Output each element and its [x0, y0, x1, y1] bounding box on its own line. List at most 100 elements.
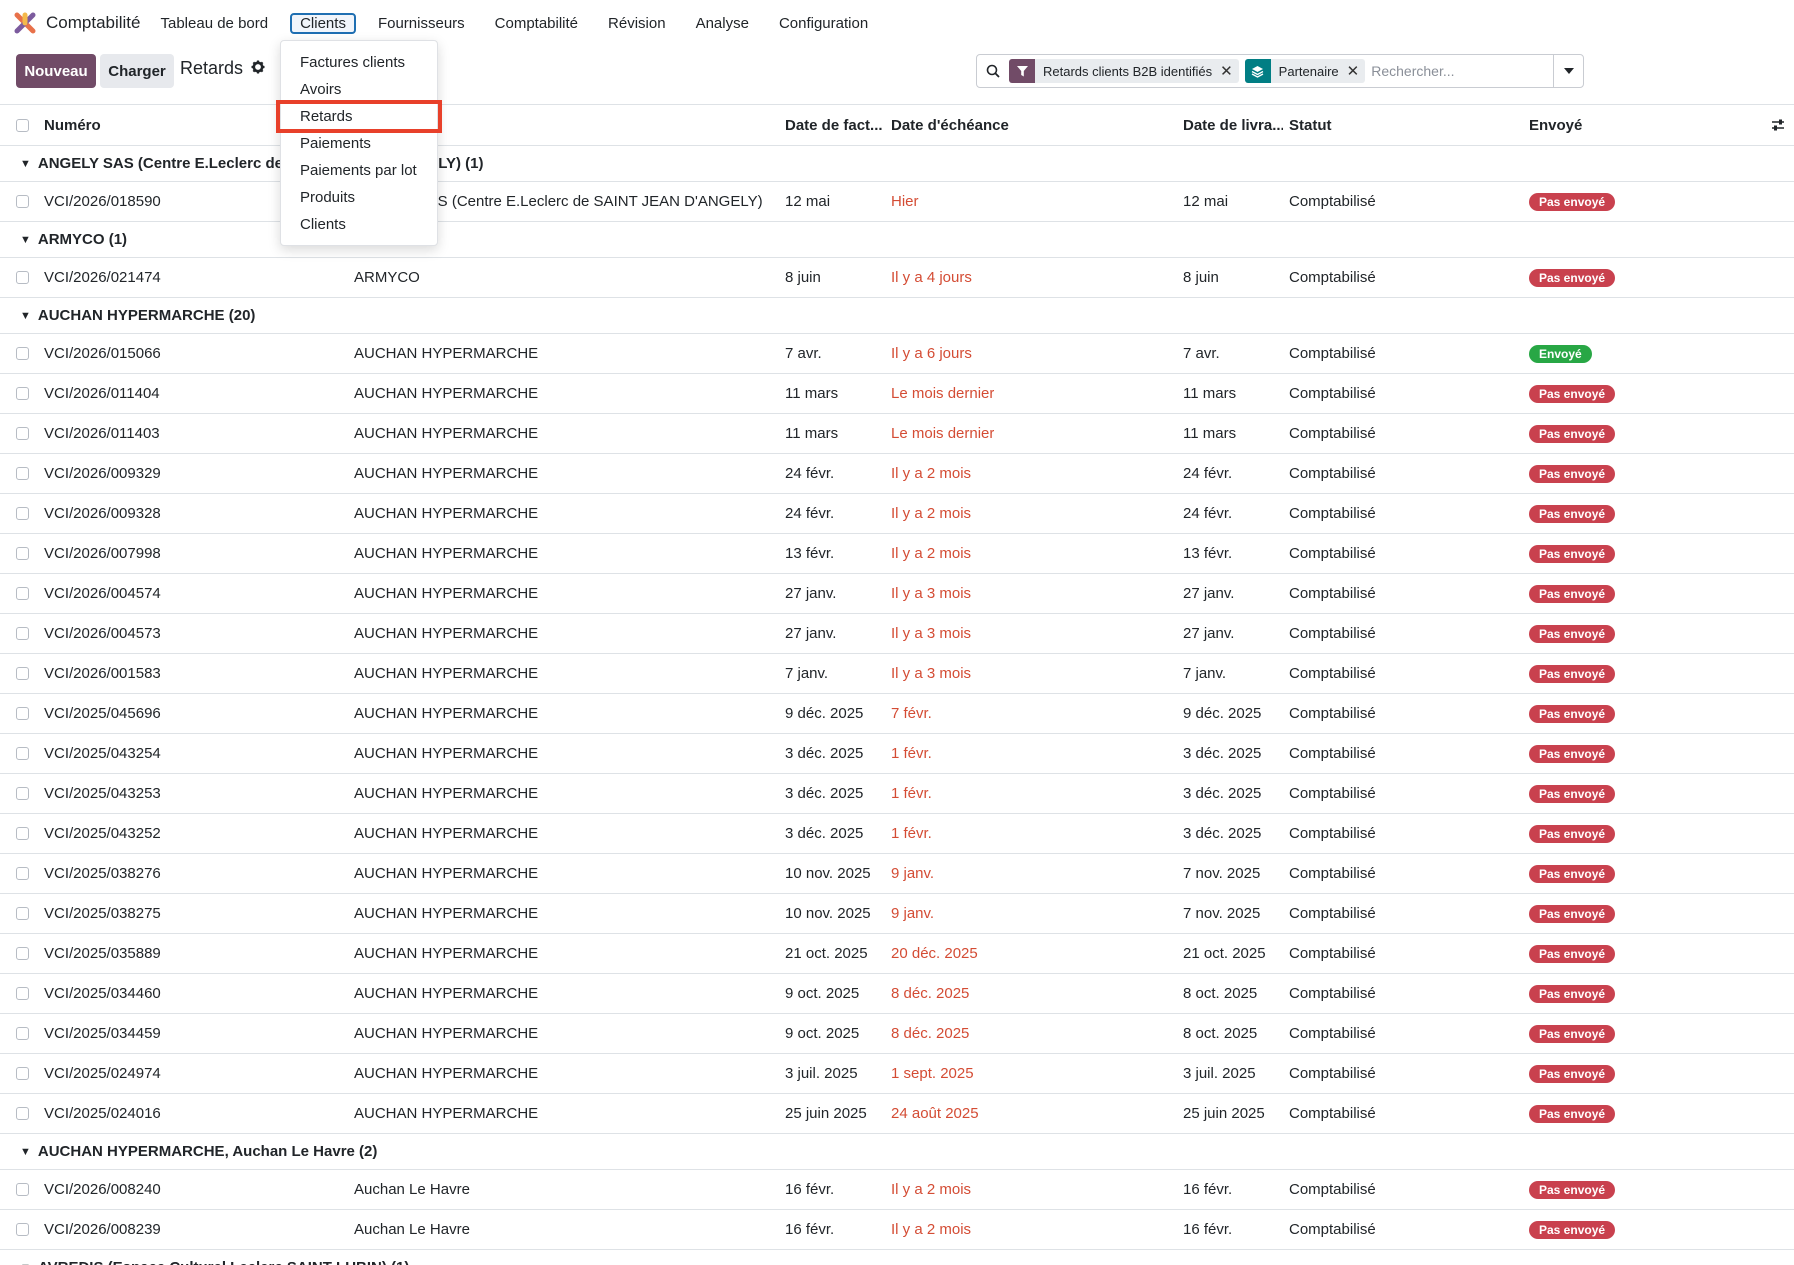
group-row[interactable]: ▼ ARMYCO (1): [0, 222, 1794, 258]
caret-down-icon[interactable]: ▼: [20, 234, 31, 246]
dropdown-item-produits[interactable]: Produits: [281, 184, 437, 211]
row-checkbox-cell[interactable]: [16, 1210, 29, 1249]
group-row[interactable]: ▼ AVREDIS (Espace Culturel Leclerc SAINT …: [0, 1250, 1794, 1265]
group-row[interactable]: ▼ AUCHAN HYPERMARCHE, Auchan Le Havre (2): [0, 1134, 1794, 1170]
row-checkbox[interactable]: [16, 947, 29, 960]
search-icon[interactable]: [977, 64, 1009, 78]
row-checkbox-cell[interactable]: [16, 1170, 29, 1209]
table-row[interactable]: VCI/2026/001583 AUCHAN HYPERMARCHE 7 janv.…: [0, 654, 1794, 694]
row-checkbox[interactable]: [16, 667, 29, 680]
table-row[interactable]: VCI/2025/045696 AUCHAN HYPERMARCHE 9 déc. …: [0, 694, 1794, 734]
group-row[interactable]: ▼ AUCHAN HYPERMARCHE (20): [0, 298, 1794, 334]
row-checkbox[interactable]: [16, 347, 29, 360]
row-checkbox-cell[interactable]: [16, 1014, 29, 1053]
column-header-delivery-date[interactable]: Date de livra...: [1183, 105, 1283, 145]
row-checkbox[interactable]: [16, 427, 29, 440]
column-header-due-date[interactable]: Date d'échéance: [891, 105, 1009, 145]
remove-filter-icon[interactable]: ✕: [1220, 62, 1239, 80]
table-row[interactable]: VCI/2025/034459 AUCHAN HYPERMARCHE 9 oct. …: [0, 1014, 1794, 1054]
table-row[interactable]: VCI/2026/004574 AUCHAN HYPERMARCHE 27 janv…: [0, 574, 1794, 614]
table-row[interactable]: VCI/2026/009328 AUCHAN HYPERMARCHE 24 févr…: [0, 494, 1794, 534]
caret-down-icon[interactable]: ▼: [20, 310, 31, 322]
table-row[interactable]: VCI/2025/043253 AUCHAN HYPERMARCHE 3 déc. …: [0, 774, 1794, 814]
row-checkbox[interactable]: [16, 627, 29, 640]
column-header-status[interactable]: Statut: [1289, 105, 1332, 145]
row-checkbox-cell[interactable]: [16, 614, 29, 653]
column-header-invoice-date[interactable]: Date de fact...: [785, 105, 883, 145]
dropdown-item-factures-clients[interactable]: Factures clients: [281, 49, 437, 76]
table-row[interactable]: VCI/2026/021474 ARMYCO 8 juin Il y a 4 jour…: [0, 258, 1794, 298]
menu-tableau-de-bord[interactable]: Tableau de bord: [153, 13, 277, 34]
select-all-checkbox[interactable]: [16, 118, 29, 132]
row-checkbox-cell[interactable]: [16, 374, 29, 413]
row-checkbox-cell[interactable]: [16, 182, 29, 221]
row-checkbox-cell[interactable]: [16, 694, 29, 733]
row-checkbox-cell[interactable]: [16, 654, 29, 693]
row-checkbox-cell[interactable]: [16, 894, 29, 933]
row-checkbox[interactable]: [16, 987, 29, 1000]
new-button[interactable]: Nouveau: [16, 54, 96, 88]
table-row[interactable]: VCI/2026/009329 AUCHAN HYPERMARCHE 24 févr…: [0, 454, 1794, 494]
column-options-icon[interactable]: [1770, 117, 1786, 137]
group-header-cell[interactable]: ▼ AUCHAN HYPERMARCHE, Auchan Le Havre (2): [20, 1134, 377, 1169]
row-checkbox[interactable]: [16, 195, 29, 208]
table-row[interactable]: VCI/2026/015066 AUCHAN HYPERMARCHE 7 avr. I…: [0, 334, 1794, 374]
row-checkbox-cell[interactable]: [16, 774, 29, 813]
group-header-cell[interactable]: ▼ AVREDIS (Espace Culturel Leclerc SAINT …: [20, 1250, 409, 1265]
row-checkbox-cell[interactable]: [16, 258, 29, 297]
row-checkbox-cell[interactable]: [16, 734, 29, 773]
table-row[interactable]: VCI/2026/018590 ANGELY SAS (Centre E.Lecl…: [0, 182, 1794, 222]
remove-groupby-icon[interactable]: ✕: [1347, 62, 1366, 80]
row-checkbox[interactable]: [16, 707, 29, 720]
menu-revision[interactable]: Révision: [600, 13, 674, 34]
table-row[interactable]: VCI/2025/034460 AUCHAN HYPERMARCHE 9 oct. …: [0, 974, 1794, 1014]
caret-down-icon[interactable]: ▼: [20, 158, 31, 170]
menu-configuration[interactable]: Configuration: [771, 13, 876, 34]
table-row[interactable]: VCI/2026/011403 AUCHAN HYPERMARCHE 11 mars…: [0, 414, 1794, 454]
group-header-cell[interactable]: ▼ AUCHAN HYPERMARCHE (20): [20, 298, 255, 333]
table-row[interactable]: VCI/2025/035889 AUCHAN HYPERMARCHE 21 oct.…: [0, 934, 1794, 974]
dropdown-item-clients[interactable]: Clients: [281, 211, 437, 238]
row-checkbox[interactable]: [16, 1067, 29, 1080]
caret-down-icon[interactable]: ▼: [20, 1146, 31, 1158]
column-header-sent[interactable]: Envoyé: [1529, 105, 1582, 145]
row-checkbox-cell[interactable]: [16, 454, 29, 493]
menu-analyse[interactable]: Analyse: [688, 13, 757, 34]
dropdown-item-paiements[interactable]: Paiements: [281, 130, 437, 157]
menu-clients[interactable]: Clients: [290, 12, 356, 34]
dropdown-item-avoirs[interactable]: Avoirs: [281, 76, 437, 103]
table-row[interactable]: VCI/2026/007998 AUCHAN HYPERMARCHE 13 févr…: [0, 534, 1794, 574]
row-checkbox[interactable]: [16, 271, 29, 284]
group-header-cell[interactable]: ▼ ARMYCO (1): [20, 222, 127, 257]
app-logo-icon[interactable]: [14, 12, 36, 34]
row-checkbox-cell[interactable]: [16, 414, 29, 453]
row-checkbox[interactable]: [16, 787, 29, 800]
row-checkbox[interactable]: [16, 747, 29, 760]
group-row[interactable]: ▼ ANGELY SAS (Centre E.Leclerc de SAINT J…: [0, 146, 1794, 182]
row-checkbox-cell[interactable]: [16, 934, 29, 973]
menu-fournisseurs[interactable]: Fournisseurs: [370, 13, 473, 34]
caret-down-icon[interactable]: ▼: [20, 1262, 31, 1265]
row-checkbox-cell[interactable]: [16, 1054, 29, 1093]
row-checkbox-cell[interactable]: [16, 974, 29, 1013]
row-checkbox[interactable]: [16, 507, 29, 520]
menu-comptabilite[interactable]: Comptabilité: [487, 13, 586, 34]
row-checkbox[interactable]: [16, 387, 29, 400]
column-header-number[interactable]: Numéro: [44, 105, 101, 145]
row-checkbox[interactable]: [16, 1027, 29, 1040]
row-checkbox[interactable]: [16, 587, 29, 600]
select-all-checkbox-cell[interactable]: [16, 105, 29, 145]
row-checkbox[interactable]: [16, 467, 29, 480]
row-checkbox-cell[interactable]: [16, 814, 29, 853]
app-title[interactable]: Comptabilité: [46, 13, 141, 33]
table-row[interactable]: VCI/2025/038276 AUCHAN HYPERMARCHE 10 nov.…: [0, 854, 1794, 894]
search-bar[interactable]: Retards clients B2B identifiés ✕ Partena…: [976, 54, 1584, 88]
search-input[interactable]: [1371, 63, 1532, 79]
table-row[interactable]: VCI/2026/008239 Auchan Le Havre 16 févr. Il…: [0, 1210, 1794, 1250]
table-row[interactable]: VCI/2025/043252 AUCHAN HYPERMARCHE 3 déc. …: [0, 814, 1794, 854]
row-checkbox[interactable]: [16, 867, 29, 880]
dropdown-item-retards[interactable]: Retards: [276, 100, 442, 133]
table-row[interactable]: VCI/2025/024016 AUCHAN HYPERMARCHE 25 juin…: [0, 1094, 1794, 1134]
row-checkbox-cell[interactable]: [16, 574, 29, 613]
gear-icon[interactable]: [251, 60, 265, 78]
